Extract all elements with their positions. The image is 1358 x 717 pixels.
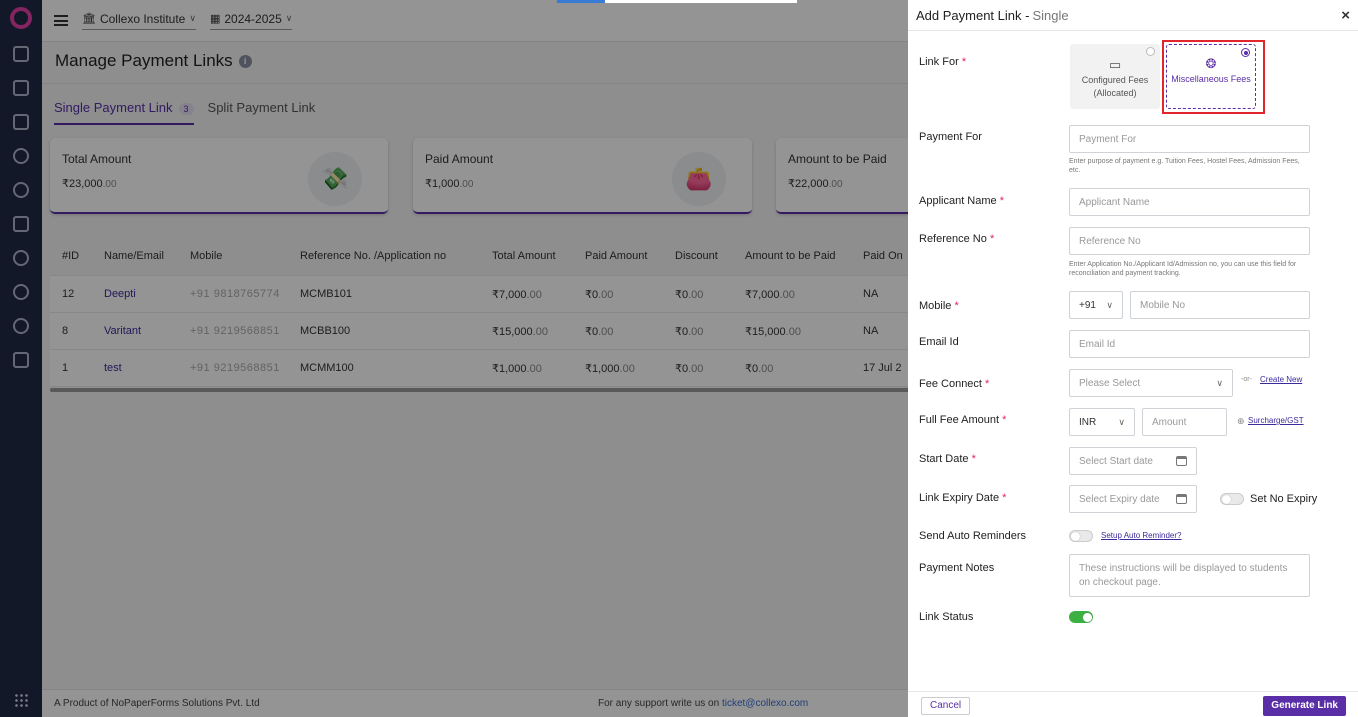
payment-for-input[interactable]: Payment For <box>1069 125 1310 153</box>
drawer-title: Add Payment Link - <box>916 7 1030 23</box>
reference-no-hint: Enter Application No./Applicant Id/Admis… <box>1069 261 1297 277</box>
link-expiry-date-label: Link Expiry Date * <box>919 492 1007 504</box>
setup-auto-reminder-link[interactable]: Setup Auto Reminder? <box>1101 531 1182 540</box>
full-fee-amount-label: Full Fee Amount * <box>919 414 1007 426</box>
payment-for-label: Payment For <box>919 131 982 143</box>
chevron-down-icon: ∨ <box>1216 377 1223 388</box>
radio-unselected[interactable] <box>1146 47 1155 56</box>
chevron-down-icon: ∨ <box>1118 416 1125 427</box>
payment-for-hint: Enter purpose of payment e.g. Tuition Fe… <box>1069 158 1300 174</box>
applicant-name-input[interactable]: Applicant Name <box>1069 188 1310 216</box>
close-icon[interactable]: × <box>1341 7 1350 24</box>
country-code-select[interactable]: +91 ∨ <box>1069 291 1123 319</box>
modal-overlay[interactable] <box>0 0 908 717</box>
option-label: Configured Fees (Allocated) <box>1081 75 1149 98</box>
top-progress-strip <box>557 0 797 3</box>
payment-notes-label: Payment Notes <box>919 562 995 574</box>
link-for-label: Link For * <box>919 56 967 68</box>
reference-no-input[interactable]: Reference No <box>1069 227 1310 255</box>
chevron-down-icon: ∨ <box>1106 299 1113 310</box>
drawer-subtitle: Single <box>1032 7 1069 23</box>
auto-reminders-toggle[interactable] <box>1069 530 1093 542</box>
generate-link-button[interactable]: Generate Link <box>1263 696 1346 716</box>
payment-notes-textarea[interactable]: These instructions will be displayed to … <box>1069 554 1310 597</box>
plus-circle-icon: ⊕ <box>1237 416 1245 426</box>
reference-no-label: Reference No * <box>919 233 995 245</box>
calendar-icon <box>1176 456 1187 466</box>
card-icon: ▭ <box>1108 57 1122 72</box>
start-date-label: Start Date * <box>919 453 976 465</box>
drawer-footer: Cancel Generate Link <box>908 691 1358 717</box>
or-text: -or- <box>1241 376 1252 383</box>
fee-connect-select[interactable]: Please Select ∨ <box>1069 369 1233 397</box>
send-auto-reminders-label: Send Auto Reminders <box>919 530 1027 542</box>
drawer-header: Add Payment Link - Single × <box>908 0 1358 31</box>
surcharge-gst-link[interactable]: Surcharge/GST <box>1248 416 1304 425</box>
cancel-button[interactable]: Cancel <box>921 697 971 715</box>
expiry-date-input[interactable]: Select Expiry date <box>1069 485 1197 513</box>
no-expiry-label: Set No Expiry <box>1250 493 1318 505</box>
fee-connect-label: Fee Connect * <box>919 378 990 390</box>
create-new-link[interactable]: Create New <box>1260 375 1302 384</box>
start-date-input[interactable]: Select Start date <box>1069 447 1197 475</box>
mobile-label: Mobile * <box>919 300 959 312</box>
applicant-name-label: Applicant Name * <box>919 195 1004 207</box>
selection-highlight <box>1162 40 1265 114</box>
link-status-toggle[interactable] <box>1069 611 1093 623</box>
link-status-label: Link Status <box>919 611 974 623</box>
calendar-icon <box>1176 494 1187 504</box>
no-expiry-toggle[interactable] <box>1220 493 1244 505</box>
amount-input[interactable]: Amount <box>1142 408 1227 436</box>
add-payment-link-drawer: Add Payment Link - Single × Link For * ▭… <box>908 0 1358 717</box>
email-label: Email Id <box>919 336 959 348</box>
configured-fees-option[interactable]: ▭ Configured Fees (Allocated) <box>1070 44 1160 109</box>
currency-select[interactable]: INR ∨ <box>1069 408 1135 436</box>
mobile-input[interactable]: Mobile No <box>1130 291 1310 319</box>
email-input[interactable]: Email Id <box>1069 330 1310 358</box>
